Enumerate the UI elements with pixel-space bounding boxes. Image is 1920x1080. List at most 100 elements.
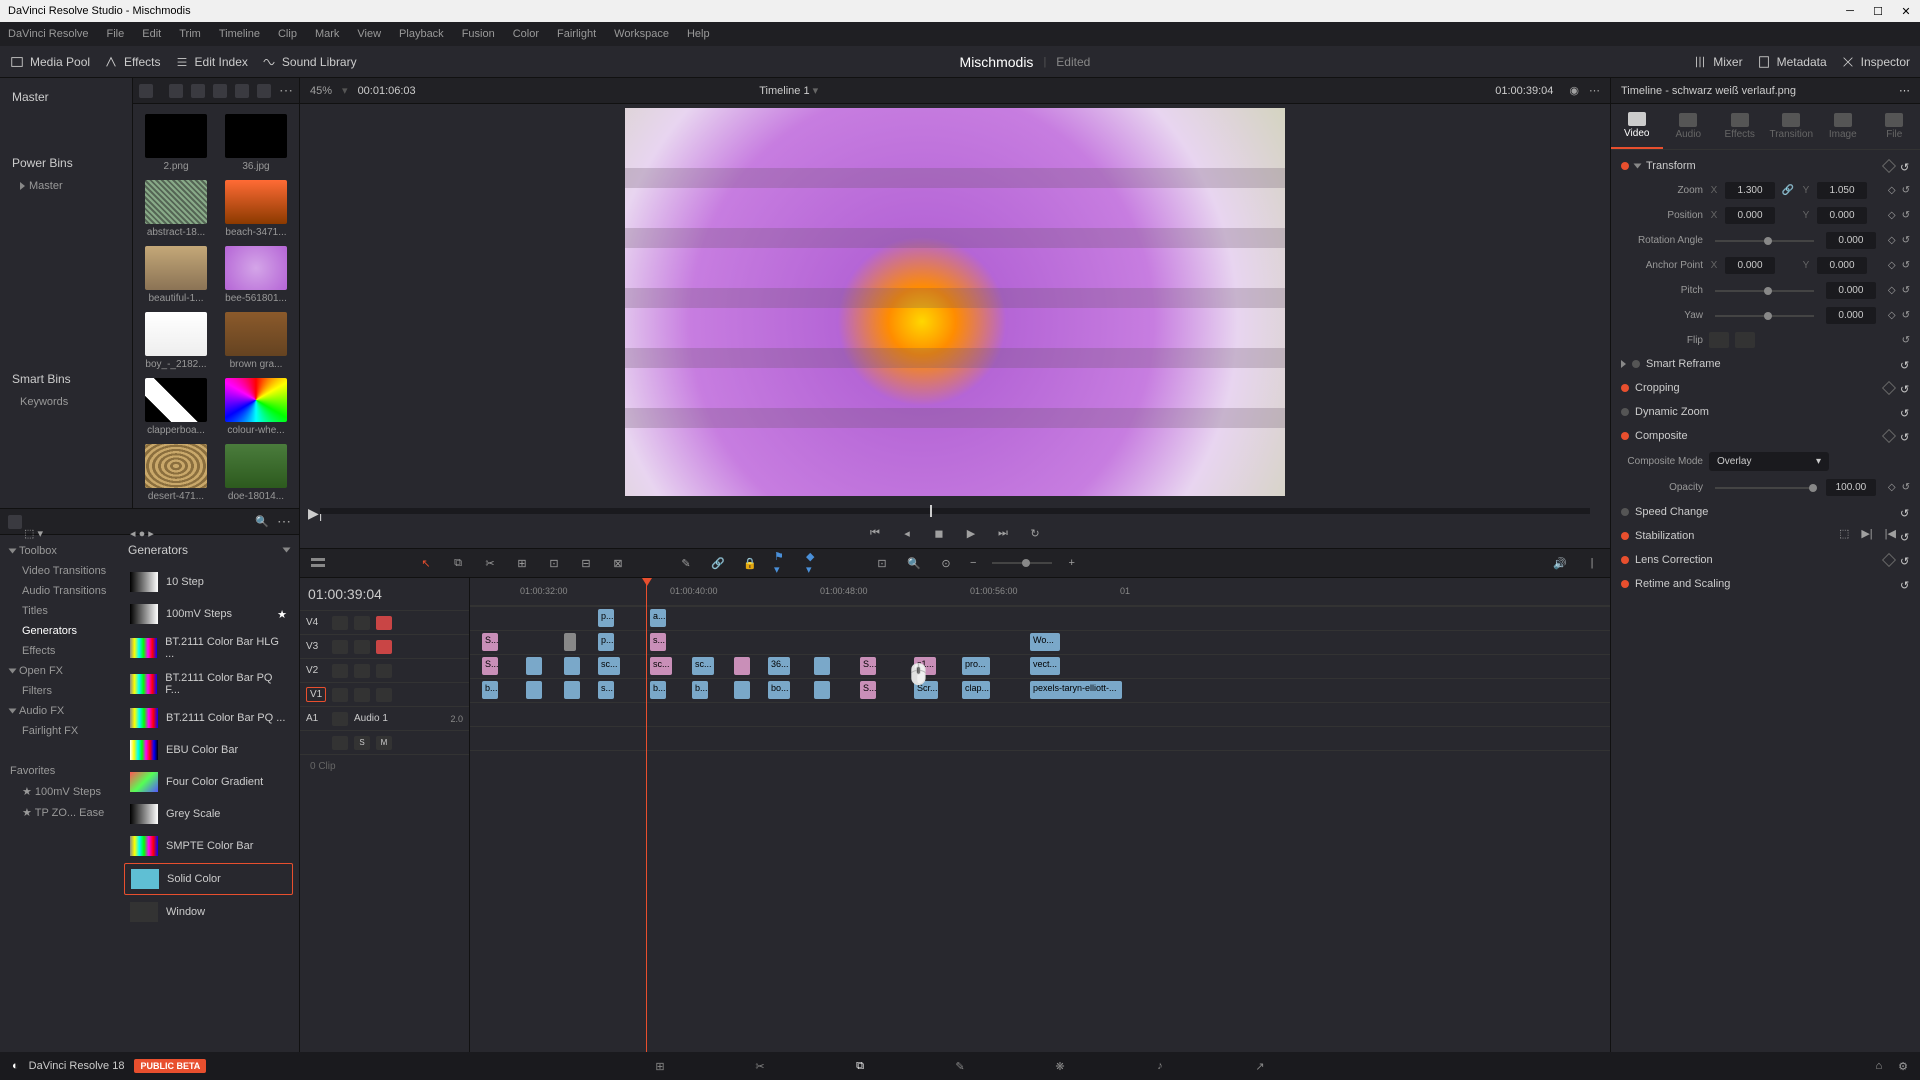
media-pool-button[interactable]: Media Pool [10,55,90,69]
menu-color[interactable]: Color [513,28,539,40]
inspector-tab-effects[interactable]: Effects [1714,104,1766,149]
flip-reset-icon[interactable]: ↺ [1902,335,1910,346]
menu-mark[interactable]: Mark [315,28,339,40]
clip[interactable]: sc... [598,657,620,675]
generator-ebu-color-bar[interactable]: EBU Color Bar [124,735,293,765]
clip[interactable]: s... [598,681,614,699]
clip[interactable]: Scr... [914,681,938,699]
overwrite-icon[interactable]: ⊡ [546,555,562,571]
anchor-x-input[interactable]: 0.000 [1725,257,1775,274]
timeline-view-icon[interactable] [310,555,326,571]
clip[interactable]: s1... [914,657,936,675]
bin-keywords[interactable]: Keywords [0,392,132,412]
track-header-v1[interactable]: V1 [300,682,469,706]
media-thumb[interactable]: abstract-18... [143,180,209,238]
media-thumb[interactable]: boy_-_2182... [143,312,209,370]
clip[interactable]: Wo... [1030,633,1060,651]
fx-tree-titles[interactable]: Titles [0,601,118,621]
zoom-icon[interactable]: 🔍 [906,555,922,571]
sound-library-button[interactable]: Sound Library [262,55,357,69]
menu-view[interactable]: View [357,28,381,40]
viewer-options-icon[interactable]: ⋯ [1589,84,1600,97]
fullscreen-icon[interactable]: ⬚ [1839,527,1849,540]
stop-icon[interactable]: ◼ [931,525,947,541]
generator-bt-2111-color-bar-hlg----[interactable]: BT.2111 Color Bar HLG ... [124,631,293,665]
menu-help[interactable]: Help [687,28,710,40]
track-header-v2[interactable]: V2 [300,658,469,682]
prev-frame-icon[interactable]: ◂ [899,525,915,541]
first-frame-icon[interactable]: ⏮ [867,525,883,541]
snap-icon[interactable]: ⊡ [874,555,890,571]
section-retime-and-scaling[interactable]: Retime and Scaling↺ [1611,572,1920,596]
clip[interactable] [526,657,542,675]
track-v4[interactable]: p...a... [470,606,1610,630]
track-header-a1[interactable]: A1Audio 12.0 [300,706,469,730]
clip[interactable]: vect... [1030,657,1060,675]
menu-fusion[interactable]: Fusion [462,28,495,40]
next-clip-icon[interactable]: ▶| [1861,527,1872,540]
playhead[interactable] [646,578,647,1052]
power-bins-header[interactable]: Power Bins [0,150,132,176]
clip[interactable]: b... [650,681,666,699]
next-frame-icon[interactable]: ⏭ [995,525,1011,541]
menu-trim[interactable]: Trim [179,28,201,40]
generator-window[interactable]: Window [124,897,293,927]
media-thumb[interactable]: 36.jpg [223,114,289,172]
edit-page-icon[interactable]: ⧉ [850,1056,870,1076]
home-icon[interactable]: ⌂ [1875,1060,1882,1072]
zoom-in-icon[interactable]: + [1068,557,1074,569]
smart-bins-header[interactable]: Smart Bins [0,366,132,392]
generator-bt-2111-color-bar-pq----[interactable]: BT.2111 Color Bar PQ ... [124,703,293,733]
pos-y-input[interactable]: 0.000 [1817,207,1867,224]
inspector-tab-image[interactable]: Image [1817,104,1869,149]
clip[interactable] [564,657,580,675]
clip[interactable]: pro... [962,657,990,675]
track-v1[interactable]: b...s...b...b...bo...S...Scr...clap...pe… [470,678,1610,702]
loop-icon[interactable]: ↻ [1027,525,1043,541]
clip[interactable]: b... [482,681,498,699]
flip-h-button[interactable] [1709,332,1729,348]
media-thumb[interactable]: beautiful-1... [143,246,209,304]
pos-reset-icon[interactable]: ↺ [1902,210,1910,221]
generator-100mv-steps[interactable]: 100mV Steps★ [124,599,293,629]
media-thumb[interactable]: clapperboa... [143,378,209,436]
bypass-icon[interactable]: ◉ [1569,84,1579,97]
section-smart-reframe[interactable]: Smart Reframe↺ [1611,352,1920,376]
media-page-icon[interactable]: ⊞ [650,1056,670,1076]
clip[interactable]: pexels-taryn-elliott-... [1030,681,1122,699]
clip[interactable]: bo... [768,681,790,699]
zoom-reset-icon[interactable]: ↺ [1902,185,1910,196]
zoom-y-input[interactable]: 1.050 [1817,182,1867,199]
clip[interactable] [564,633,576,651]
fx-tree-open-fx[interactable]: Open FX [0,661,118,681]
timeline-name[interactable]: Timeline 1 [759,85,809,97]
clip[interactable]: S... [860,657,876,675]
track-v2[interactable]: S...sc...sc...sc...36...S...s1...pro...v… [470,654,1610,678]
marker-icon[interactable]: ◆ ▾ [806,555,822,571]
fx-tree-filters[interactable]: Filters [0,681,118,701]
clip[interactable] [814,657,830,675]
fx-tree-fairlight-fx[interactable]: Fairlight FX [0,721,118,741]
lock-icon[interactable]: 🔒 [742,555,758,571]
section-speed-change[interactable]: Speed Change↺ [1611,500,1920,524]
inspector-tab-transition[interactable]: Transition [1766,104,1818,149]
inspector-tab-file[interactable]: File [1869,104,1920,149]
anchor-kf-icon[interactable]: ◇ [1888,260,1896,271]
opacity-input[interactable]: 100.00 [1826,479,1876,496]
razor-icon[interactable]: ✎ [678,555,694,571]
generator-bt-2111-color-bar-pq-f---[interactable]: BT.2111 Color Bar PQ F... [124,667,293,701]
transform-header[interactable]: Transform [1646,160,1696,172]
fusion-page-icon[interactable]: ✎ [950,1056,970,1076]
blade-tool-icon[interactable]: ✂ [482,555,498,571]
clip[interactable]: s... [650,633,666,651]
menu-timeline[interactable]: Timeline [219,28,260,40]
clip[interactable] [526,681,542,699]
pos-kf-icon[interactable]: ◇ [1888,210,1896,221]
options-icon[interactable]: ⋯ [279,82,293,99]
inspector-tab-audio[interactable]: Audio [1663,104,1715,149]
fairlight-page-icon[interactable]: ♪ [1150,1056,1170,1076]
search-icon[interactable] [235,84,249,98]
maximize-icon[interactable]: ☐ [1872,5,1884,17]
media-thumb[interactable]: desert-471... [143,444,209,502]
pitch-input[interactable]: 0.000 [1826,282,1876,299]
